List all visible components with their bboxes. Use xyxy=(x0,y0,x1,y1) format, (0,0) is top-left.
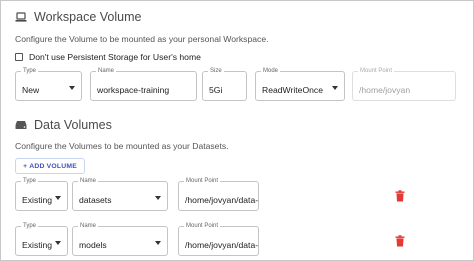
data-volumes-description: Configure the Volumes to be mounted as y… xyxy=(15,141,229,151)
plus-icon: + xyxy=(23,162,28,170)
workspace-size-input[interactable]: Size 5Gi xyxy=(202,67,247,101)
workspace-name-label: Name xyxy=(96,67,117,75)
trash-icon[interactable] xyxy=(395,189,405,202)
caret-down-icon xyxy=(55,196,61,200)
data-volume-type-label: Type xyxy=(21,222,39,230)
caret-down-icon xyxy=(155,196,161,200)
workspace-size-value: 5Gi xyxy=(209,85,223,95)
caret-down-icon xyxy=(55,241,61,245)
workspace-type-select[interactable]: Type New xyxy=(15,67,82,101)
workspace-mount-point-value: /home/jovyan xyxy=(359,85,411,95)
data-volume-mount-point-label: Mount Point xyxy=(184,222,221,230)
laptop-icon xyxy=(15,11,27,23)
workspace-type-value: New xyxy=(22,85,40,95)
data-volume-name-select[interactable]: Name datasets xyxy=(72,177,168,211)
workspace-mount-point-input: Mount Point /home/jovyan xyxy=(352,67,456,101)
data-volume-mount-point-input[interactable]: Mount Point /home/jovyan/data- xyxy=(178,177,259,211)
data-volume-name-label: Name xyxy=(78,177,99,185)
add-volume-button[interactable]: + ADD VOLUME xyxy=(15,158,85,174)
caret-down-icon xyxy=(332,86,338,90)
trash-icon[interactable] xyxy=(395,234,405,247)
data-volume-type-label: Type xyxy=(21,177,39,185)
add-volume-label: ADD VOLUME xyxy=(29,162,77,170)
data-volume-name-value: datasets xyxy=(79,195,112,205)
workspace-mount-point-label: Mount Point xyxy=(358,67,395,75)
workspace-mode-value: ReadWriteOnce xyxy=(262,85,323,95)
workspace-mode-label: Mode xyxy=(261,67,281,75)
data-volume-mount-point-label: Mount Point xyxy=(184,177,221,185)
hard-drive-icon xyxy=(15,119,27,131)
workspace-name-value: workspace-training xyxy=(97,85,170,95)
data-volume-type-select[interactable]: Type Existing xyxy=(15,177,68,211)
data-volume-name-label: Name xyxy=(78,222,99,230)
workspace-volume-heading: Workspace Volume xyxy=(15,10,141,24)
workspace-size-label: Size xyxy=(208,67,224,75)
caret-down-icon xyxy=(69,86,75,90)
data-volume-type-value: Existing xyxy=(22,195,53,205)
persistent-storage-checkbox[interactable] xyxy=(15,53,23,61)
workspace-mode-select[interactable]: Mode ReadWriteOnce xyxy=(255,67,345,101)
data-volumes-title: Data Volumes xyxy=(34,118,112,132)
workspace-type-label: Type xyxy=(21,67,39,75)
workspace-volume-description: Configure the Volume to be mounted as yo… xyxy=(15,34,269,44)
data-volume-mount-point-input[interactable]: Mount Point /home/jovyan/data- xyxy=(178,222,259,256)
workspace-name-input[interactable]: Name workspace-training xyxy=(90,67,197,101)
caret-down-icon xyxy=(155,241,161,245)
workspace-volume-title: Workspace Volume xyxy=(34,10,142,24)
data-volume-type-select[interactable]: Type Existing xyxy=(15,222,68,256)
persistent-storage-checkbox-row[interactable]: Don't use Persistent Storage for User's … xyxy=(15,52,201,62)
data-volumes-heading: Data Volumes xyxy=(15,118,112,132)
data-volume-mount-point-value: /home/jovyan/data- xyxy=(185,240,259,250)
data-volume-mount-point-value: /home/jovyan/data- xyxy=(185,195,259,205)
persistent-storage-checkbox-label: Don't use Persistent Storage for User's … xyxy=(29,52,201,62)
data-volume-name-select[interactable]: Name models xyxy=(72,222,168,256)
data-volume-type-value: Existing xyxy=(22,240,53,250)
data-volume-name-value: models xyxy=(79,240,107,250)
